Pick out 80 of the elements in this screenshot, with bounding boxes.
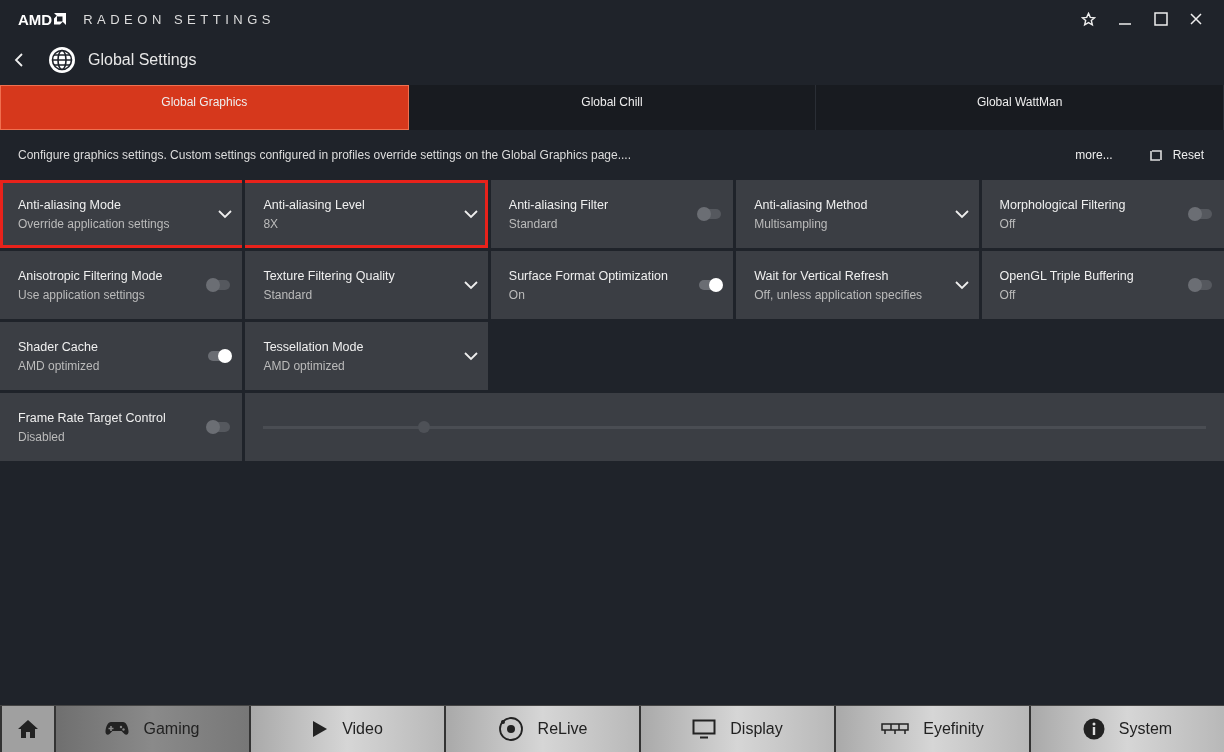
setting-value: Override application settings <box>18 216 171 231</box>
setting-value: 8X <box>263 216 280 231</box>
nav-tab[interactable]: Video <box>249 706 444 752</box>
setting-tile[interactable]: Surface Format Optimization On <box>490 251 734 319</box>
setting-tile[interactable]: Anti-aliasing Filter Standard <box>490 180 734 248</box>
more-link[interactable]: more... <box>1075 148 1113 162</box>
setting-tile[interactable]: Tessellation Mode AMD optimized <box>245 322 488 390</box>
chevron-down-icon[interactable] <box>218 209 233 219</box>
page-title: Global Settings <box>88 51 197 69</box>
setting-tile[interactable]: OpenGL Triple Buffering Off <box>981 251 1224 319</box>
arrow-logo-icon <box>53 12 68 26</box>
setting-label: Tessellation Mode <box>263 339 365 354</box>
maximize-icon[interactable] <box>1154 12 1168 26</box>
setting-tile[interactable]: Anti-aliasing Mode Override application settings <box>0 180 243 248</box>
toggle-switch[interactable] <box>1190 209 1212 219</box>
setting-label: Shader Cache <box>18 339 99 354</box>
setting-tile[interactable]: Morphological Filtering Off <box>981 180 1224 248</box>
toggle-switch[interactable] <box>699 280 722 290</box>
setting-value: AMD optimized <box>18 358 101 373</box>
description-text: Configure graphics settings. Custom settings configured in profiles override settings on the Global Graphics page.... <box>18 148 632 162</box>
toggle-switch[interactable] <box>208 280 231 290</box>
setting-value: On <box>508 287 526 302</box>
setting-tile[interactable]: Frame Rate Target Control Disabled <box>0 393 243 461</box>
toggle-switch[interactable] <box>1190 280 1212 290</box>
setting-tile[interactable]: Anisotropic Filtering Mode Use application settings <box>0 251 243 319</box>
circle-target-icon <box>497 716 524 742</box>
setting-label: Anti-aliasing Mode <box>18 197 122 212</box>
setting-value: AMD optimized <box>263 358 346 373</box>
setting-label: Anti-aliasing Method <box>754 197 869 212</box>
setting-value: Disabled <box>18 429 66 444</box>
back-icon[interactable] <box>14 53 24 67</box>
setting-value: Standard <box>508 216 559 231</box>
setting-label: Anisotropic Filtering Mode <box>18 268 164 283</box>
chevron-down-icon[interactable] <box>463 351 478 361</box>
multi-display-icon <box>881 723 910 735</box>
setting-label: OpenGL Triple Buffering <box>999 268 1135 283</box>
home-button[interactable] <box>0 706 54 752</box>
home-icon <box>17 719 39 739</box>
setting-label: Anti-aliasing Filter <box>508 197 610 212</box>
toggle-switch[interactable] <box>699 209 722 219</box>
chevron-down-icon[interactable] <box>463 280 478 290</box>
info-icon <box>1082 718 1105 740</box>
monitor-icon <box>692 719 717 739</box>
setting-tile[interactable]: Shader Cache AMD optimized <box>0 322 243 390</box>
toggle-switch[interactable] <box>208 422 231 432</box>
chevron-down-icon[interactable] <box>954 280 969 290</box>
nav-tab[interactable]: System <box>1029 706 1224 752</box>
setting-value: Use application settings <box>18 287 146 302</box>
nav-tab[interactable]: Display <box>639 706 834 752</box>
brand-logo-text: AMD <box>18 10 53 28</box>
setting-tile[interactable]: Wait for Vertical Refresh Off, unless application specifies <box>736 251 979 319</box>
reset-icon <box>1148 148 1163 162</box>
star-icon[interactable] <box>1081 11 1096 27</box>
chevron-down-icon[interactable] <box>463 209 478 219</box>
gamepad-icon <box>105 721 130 737</box>
setting-value: Off <box>999 287 1017 302</box>
setting-label: Surface Format Optimization <box>508 268 669 283</box>
setting-value: Off <box>999 216 1017 231</box>
nav-tab[interactable]: Gaming <box>54 706 249 752</box>
setting-label: Wait for Vertical Refresh <box>754 268 890 283</box>
toggle-switch[interactable] <box>208 351 231 361</box>
play-icon <box>312 720 329 738</box>
tab[interactable]: Global Graphics <box>0 85 409 130</box>
nav-tab[interactable]: ReLive <box>444 706 639 752</box>
setting-label: Texture Filtering Quality <box>263 268 396 283</box>
setting-value: Standard <box>263 287 314 302</box>
setting-tile[interactable]: Anti-aliasing Method Multisampling <box>736 180 979 248</box>
nav-tab[interactable]: Eyefinity <box>834 706 1029 752</box>
setting-label: Morphological Filtering <box>999 197 1127 212</box>
reset-button[interactable]: Reset <box>1142 147 1210 163</box>
setting-tile[interactable]: Anti-aliasing Level 8X <box>245 180 488 248</box>
setting-label: Anti-aliasing Level <box>263 197 366 212</box>
window-title: RADEON SETTINGS <box>83 11 275 27</box>
setting-label: Frame Rate Target Control <box>18 410 167 425</box>
setting-tile[interactable]: Texture Filtering Quality Standard <box>245 251 488 319</box>
setting-value: Multisampling <box>754 216 829 231</box>
chevron-down-icon[interactable] <box>954 209 969 219</box>
close-icon[interactable] <box>1190 13 1202 25</box>
globe-icon <box>48 46 76 74</box>
setting-value: Off, unless application specifies <box>754 287 924 302</box>
